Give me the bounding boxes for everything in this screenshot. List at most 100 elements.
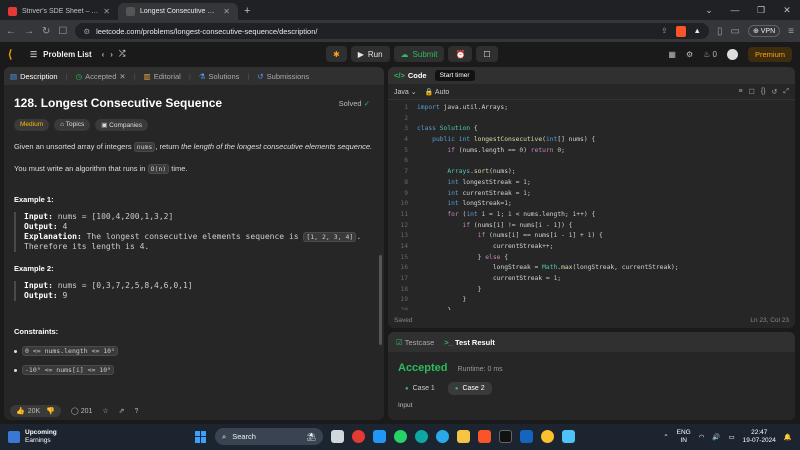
fullscreen-icon[interactable]: ⤢ bbox=[783, 88, 789, 96]
taskbar-search[interactable]: ⌕ Search ⛱ bbox=[215, 428, 323, 445]
thumbs-down-icon[interactable]: 👎 bbox=[46, 407, 55, 415]
problem-title[interactable]: 128. Longest Consecutive Sequence bbox=[14, 96, 374, 110]
avatar[interactable] bbox=[726, 48, 738, 60]
star-icon[interactable]: ☆ bbox=[102, 407, 108, 415]
alarm-icon[interactable]: ⏰ bbox=[448, 46, 473, 62]
bookmark-icon[interactable]: ☐ bbox=[749, 88, 755, 96]
code-line[interactable]: 4 public int longestConsecutive(int[] nu… bbox=[388, 135, 795, 146]
vscode-icon[interactable] bbox=[373, 430, 386, 443]
submit-button[interactable]: ☁ Submit bbox=[393, 46, 445, 62]
run-button[interactable]: ▶ Run bbox=[350, 46, 390, 62]
brave-rewards-icon[interactable]: ▲ bbox=[694, 26, 701, 37]
premium-button[interactable]: Premium bbox=[747, 46, 792, 62]
back-icon[interactable]: ← bbox=[6, 26, 16, 37]
browser-tab-leetcode[interactable]: Longest Consecutive Sequence ✕ bbox=[118, 3, 238, 20]
case-1-tab[interactable]: ● Case 1 bbox=[398, 382, 442, 395]
tab-testcase[interactable]: ☑ Testcase bbox=[396, 338, 434, 347]
problem-list-nav[interactable]: ☰ Problem List ‹ › ⤮ bbox=[30, 49, 125, 59]
volume-icon[interactable]: 🔊 bbox=[712, 433, 720, 441]
help-icon[interactable]: ? bbox=[135, 408, 139, 415]
clock[interactable]: 22:47 19-07-2024 bbox=[743, 429, 776, 445]
code-line[interactable]: 20 } bbox=[388, 306, 795, 310]
companies-tag[interactable]: ▣ Companies bbox=[95, 119, 149, 131]
next-problem-icon[interactable]: › bbox=[110, 50, 113, 59]
language-select[interactable]: Java ⌄ bbox=[394, 88, 417, 96]
battery-icon[interactable]: ▭ bbox=[729, 433, 735, 441]
code-line[interactable]: 10 int longStreak= 1; bbox=[388, 199, 795, 210]
whatsapp-icon[interactable] bbox=[394, 430, 407, 443]
tray-chevron-icon[interactable]: ⌃ bbox=[663, 433, 668, 441]
reload-icon[interactable]: ↻ bbox=[42, 26, 50, 37]
braces-icon[interactable]: {} bbox=[761, 88, 766, 96]
tab-solutions[interactable]: ⚗ Solutions bbox=[199, 72, 240, 81]
code-line[interactable]: 17 currentStreak = 1; bbox=[388, 274, 795, 285]
topics-tag[interactable]: ⌂ Topics bbox=[54, 119, 91, 131]
reset-icon[interactable]: ↺ bbox=[772, 88, 778, 96]
wifi-icon[interactable]: ◠ bbox=[699, 433, 705, 441]
tab-editorial[interactable]: ▥ Editorial bbox=[144, 72, 181, 81]
windows-start-icon[interactable] bbox=[195, 430, 207, 443]
code-line[interactable]: 1 import java.util.Arrays; bbox=[388, 103, 795, 114]
mail-icon[interactable] bbox=[520, 430, 533, 443]
menu-icon[interactable]: ≡ bbox=[738, 88, 742, 96]
brave-shields-icon[interactable] bbox=[675, 25, 686, 37]
tab-description[interactable]: ▤ Description bbox=[10, 72, 58, 81]
code-line[interactable]: 12 if (nums[i] != nums[i - 1]) { bbox=[388, 221, 795, 232]
site-info-icon[interactable]: ⚙ bbox=[83, 27, 90, 36]
tab-test-result[interactable]: >_ Test Result bbox=[444, 338, 495, 347]
code-area[interactable]: 1 import java.util.Arrays; 2 3 class Solutio… bbox=[388, 100, 795, 310]
debug-button[interactable]: ✱ bbox=[326, 46, 347, 62]
code-line[interactable]: 6 bbox=[388, 156, 795, 167]
code-line[interactable]: 15 } else { bbox=[388, 253, 795, 264]
share-icon[interactable]: ⇪ bbox=[661, 26, 667, 37]
close-window-icon[interactable]: ✕ bbox=[774, 5, 800, 16]
intellij-icon[interactable] bbox=[499, 430, 512, 443]
file-explorer-icon[interactable] bbox=[457, 430, 470, 443]
new-tab-button[interactable]: + bbox=[238, 5, 256, 20]
code-line[interactable]: 18 } bbox=[388, 285, 795, 296]
bookmark-icon[interactable]: ☐ bbox=[58, 26, 67, 37]
code-line[interactable]: 14 currentStreak++; bbox=[388, 242, 795, 253]
sidebar-icon[interactable]: ▯ bbox=[717, 26, 723, 37]
note-icon[interactable]: ☐ bbox=[476, 46, 498, 62]
shuffle-icon[interactable]: ⤮ bbox=[119, 49, 125, 59]
menu-icon[interactable]: ≡ bbox=[788, 26, 794, 37]
browser-tab-striver[interactable]: Striver's SDE Sheet – Top Coding Int ✕ bbox=[0, 3, 118, 20]
code-line[interactable]: 5 if (nums.length == 0) return 0; bbox=[388, 146, 795, 157]
notification-icon[interactable]: 🔔 bbox=[784, 433, 792, 441]
code-line[interactable]: 19 } bbox=[388, 295, 795, 306]
edge-icon[interactable] bbox=[415, 430, 428, 443]
url-bar[interactable]: ⚙ leetcode.com/problems/longest-consecut… bbox=[75, 23, 709, 39]
code-line[interactable]: 8 int longestStreak = 1; bbox=[388, 178, 795, 189]
case-2-tab[interactable]: ● Case 2 bbox=[447, 382, 492, 395]
maximize-icon[interactable]: ❐ bbox=[748, 5, 774, 16]
code-line[interactable]: 2 bbox=[388, 114, 795, 125]
chrome-icon[interactable] bbox=[352, 430, 365, 443]
brave-icon[interactable] bbox=[478, 430, 491, 443]
tab-submissions[interactable]: ↺ Submissions bbox=[257, 72, 309, 81]
url-text[interactable]: leetcode.com/problems/longest-consecutiv… bbox=[96, 27, 317, 36]
code-line[interactable]: 11 for (int i = 1; i < nums.length; i++)… bbox=[388, 210, 795, 221]
chevron-down-icon[interactable]: ⌄ bbox=[696, 5, 722, 16]
minimize-icon[interactable]: — bbox=[722, 5, 748, 15]
close-tab-icon[interactable]: ✕ bbox=[103, 7, 110, 16]
task-view-icon[interactable] bbox=[331, 430, 344, 443]
prev-problem-icon[interactable]: ‹ bbox=[102, 50, 105, 59]
share-icon[interactable]: ⇗ bbox=[119, 407, 125, 415]
layout-icon[interactable]: ▦ bbox=[668, 50, 676, 59]
language-indicator[interactable]: ENG IN bbox=[677, 429, 691, 445]
code-line[interactable]: 16 longStreak = Math. max (longStreak, cur… bbox=[388, 263, 795, 274]
vpn-button[interactable]: ⊕ VPN bbox=[747, 25, 781, 37]
forward-icon[interactable]: → bbox=[24, 26, 34, 37]
code-line[interactable]: 13 if (nums[i] == nums[i - 1] + 1) { bbox=[388, 231, 795, 242]
weather-widget[interactable]: Upcoming Earnings bbox=[8, 429, 57, 445]
code-line[interactable]: 9 int currentStreak = 1; bbox=[388, 189, 795, 200]
chrome-profile-icon[interactable] bbox=[541, 430, 554, 443]
close-tab-icon[interactable]: ✕ bbox=[223, 7, 230, 16]
like-button[interactable]: 👍 20K 👎 bbox=[10, 405, 61, 417]
wallet-icon[interactable]: ▭ bbox=[730, 26, 739, 37]
close-tab-icon[interactable]: ✕ bbox=[119, 72, 125, 81]
comments-button[interactable]: ◯ 201 bbox=[71, 407, 92, 415]
tab-accepted[interactable]: ◷ Accepted ✕ bbox=[76, 72, 126, 81]
auto-mode[interactable]: 🔒 Auto bbox=[425, 88, 450, 96]
